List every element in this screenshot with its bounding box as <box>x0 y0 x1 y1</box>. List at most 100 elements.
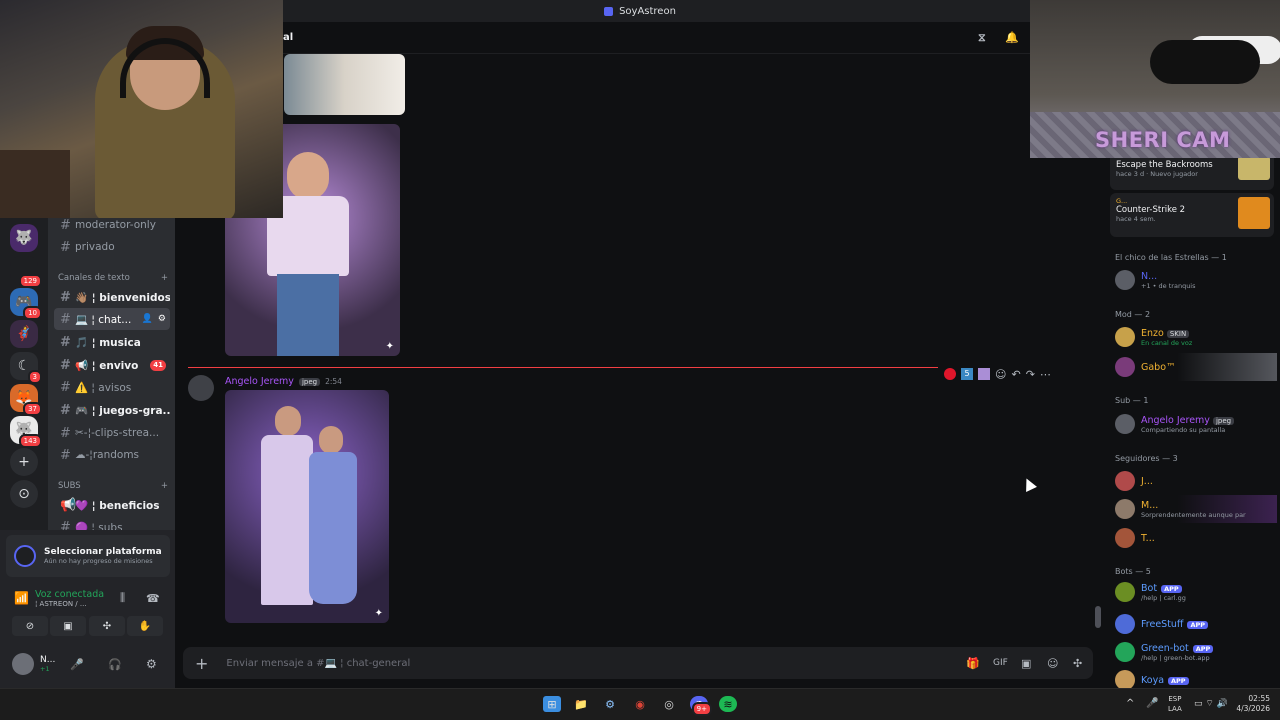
voice-status[interactable]: Voz conectada <box>35 589 104 600</box>
add-server-icon[interactable]: + <box>10 448 38 476</box>
member-item[interactable]: Gabo™ <box>1111 353 1277 381</box>
member-avatar <box>1115 670 1135 690</box>
channel-randoms[interactable]: # ☁-¦randoms <box>54 444 170 466</box>
obs-icon[interactable]: ◎ <box>660 696 678 712</box>
member-item[interactable]: N... +1 • de tranquis <box>1111 266 1277 294</box>
server-icon-5[interactable]: ☾ 3 <box>10 352 42 384</box>
server-badge: 37 <box>23 402 42 416</box>
quest-platform-card[interactable]: Seleccionar plataforma Aún no hay progre… <box>6 535 170 577</box>
channel-bienvenidos[interactable]: # 👋🏽 ¦ bienvenidos <box>54 286 170 308</box>
reaction-purple-icon[interactable] <box>978 368 990 380</box>
user-avatar[interactable] <box>12 653 34 675</box>
channel-chat-general[interactable]: # 💻 ¦ chat... 👤 ⚙ <box>54 308 170 330</box>
reply-icon[interactable]: ↶ <box>1011 368 1020 381</box>
sparkle-icon: ✦ <box>374 608 383 619</box>
microphone-icon[interactable]: 🎤 <box>70 658 84 671</box>
message-author[interactable]: Angelo Jeremy <box>225 376 294 387</box>
category-subs[interactable]: SUBS + <box>58 481 168 491</box>
channel-label: ☁-¦randoms <box>75 449 140 461</box>
add-reaction-icon[interactable]: ☺ <box>995 368 1006 381</box>
face-shape <box>319 426 343 454</box>
chrome-icon[interactable]: ◉ <box>631 696 649 712</box>
soundboard-button[interactable]: ✋ <box>127 616 163 636</box>
channel-juegos[interactable]: # 🎮 ¦ juegos-gra... <box>54 399 170 421</box>
tray-mic-icon[interactable]: 🎤 <box>1146 698 1158 709</box>
member-category: Seguidores — 3 <box>1115 454 1178 463</box>
channel-envivo[interactable]: # 📢 ¦ envivo 41 <box>54 354 170 376</box>
camera-off-button[interactable]: ⊘ <box>12 616 48 636</box>
server-icon-7[interactable]: 🐺 143 <box>10 416 42 448</box>
member-item[interactable]: Enzo SKIN En canal de voz <box>1111 323 1277 351</box>
member-avatar <box>1115 327 1135 347</box>
chat-image-cropped[interactable] <box>284 54 405 115</box>
tray-language[interactable]: ESP LAA <box>1168 694 1182 714</box>
voice-channel[interactable]: ¦ ASTREON / ... <box>35 600 104 608</box>
member-avatar <box>1115 270 1135 290</box>
add-attachment-icon[interactable]: + <box>195 654 208 673</box>
clock-date: 4/3/2026 <box>1236 704 1270 713</box>
soundboard-icon[interactable]: ⫼ <box>120 591 125 605</box>
tray-clock[interactable]: 02:55 4/3/2026 <box>1226 694 1270 714</box>
server-icon-wolf[interactable]: 🐺 <box>10 224 38 252</box>
settings-icon[interactable]: ⚙ <box>158 314 166 324</box>
tray-chevron-icon[interactable]: ^ <box>1126 698 1134 709</box>
server-icon-6[interactable]: 🦊 37 <box>10 384 42 416</box>
member-item[interactable]: Bot APP/help | carl.gg <box>1111 578 1277 606</box>
forward-icon[interactable]: ↷ <box>1026 368 1035 381</box>
channel-clips[interactable]: # ✂-¦-clips-strea... <box>54 422 170 444</box>
threads-icon[interactable]: ⧖ <box>978 31 986 45</box>
server-icon-4[interactable]: 🦸 <box>10 320 38 348</box>
gif-icon[interactable]: GIF <box>993 658 1008 668</box>
composer-placeholder[interactable]: Enviar mensaje a #💻 ¦ chat-general <box>226 658 410 669</box>
lang-region: LAA <box>1168 705 1182 713</box>
channel-avisos[interactable]: # ⚠️ ¦ avisos <box>54 376 170 398</box>
invite-icon[interactable]: 👤 <box>142 314 153 324</box>
discover-icon[interactable]: ⊙ <box>10 480 38 508</box>
add-channel-icon[interactable]: + <box>161 273 168 283</box>
apps-icon[interactable]: ✣ <box>1073 657 1082 670</box>
discord-taskbar-icon[interactable]: ◕9+ <box>690 696 712 716</box>
background-shelf <box>0 150 70 218</box>
member-item[interactable]: M... Sorprendentemente aunque par <box>1111 495 1277 523</box>
gift-icon[interactable]: 🎁 <box>966 657 980 670</box>
start-icon[interactable]: ⊞ <box>543 696 561 712</box>
message-avatar[interactable] <box>188 375 214 401</box>
disconnect-icon[interactable]: ☎ <box>146 592 160 605</box>
activity-card-cs2[interactable]: G... Counter-Strike 2 hace 4 sem. <box>1110 193 1274 237</box>
member-item[interactable]: Angelo Jeremy jpeg Compartiendo su pantal… <box>1111 410 1277 438</box>
member-list: El chico de las Estrellas — 1 N... +1 • d… <box>1103 158 1280 690</box>
activities-button[interactable]: ✣ <box>89 616 125 636</box>
author-tag: jpeg <box>298 377 321 386</box>
bell-icon[interactable]: 🔔 <box>1005 31 1019 44</box>
channel-musica[interactable]: # 🎵 ¦ musica <box>54 331 170 353</box>
add-channel-icon[interactable]: + <box>161 481 168 491</box>
reaction-five-icon[interactable]: 5 <box>961 368 973 380</box>
more-icon[interactable]: ⋯ <box>1040 368 1051 381</box>
server-icon-3[interactable]: 🎮 10 <box>10 288 42 320</box>
server-icon-2[interactable]: 129 <box>10 256 42 288</box>
message-composer[interactable]: + Enviar mensaje a #💻 ¦ chat-general 🎁 G… <box>183 647 1093 679</box>
emoji-icon[interactable]: ☺ <box>1047 657 1058 670</box>
hash-icon: # <box>60 239 71 255</box>
member-item[interactable]: FreeStuff APP <box>1111 610 1277 638</box>
tray-system-icons[interactable]: ▭ ⌔ 🔊 <box>1194 698 1228 709</box>
member-item[interactable]: J... <box>1111 467 1277 495</box>
member-item[interactable]: Green-bot APP/help | green-bot.app <box>1111 638 1277 666</box>
steam-icon[interactable]: ⚙ <box>601 696 619 712</box>
sticker-icon[interactable]: ▣ <box>1021 657 1031 670</box>
chat-scrollbar[interactable] <box>1095 606 1101 628</box>
channel-privado[interactable]: # privado <box>54 236 170 258</box>
member-item[interactable]: T... <box>1111 524 1277 552</box>
category-text-channels[interactable]: Canales de texto + <box>58 273 168 283</box>
user-settings-icon[interactable]: ⚙ <box>146 657 157 671</box>
reaction-red-icon[interactable] <box>944 368 956 380</box>
chat-image-couple[interactable]: ✦ <box>225 390 389 623</box>
signal-icon[interactable]: 📶 <box>14 591 29 605</box>
hash-icon: # <box>60 357 71 373</box>
file-explorer-icon[interactable]: 📁 <box>572 696 590 712</box>
screen-share-button[interactable]: ▣ <box>50 616 86 636</box>
headphones-icon[interactable]: 🎧 <box>108 658 122 671</box>
spotify-icon[interactable]: ≋ <box>719 696 737 712</box>
channel-beneficios[interactable]: 📢 💜 ¦ beneficios <box>54 494 170 516</box>
user-name[interactable]: N... <box>40 655 55 665</box>
